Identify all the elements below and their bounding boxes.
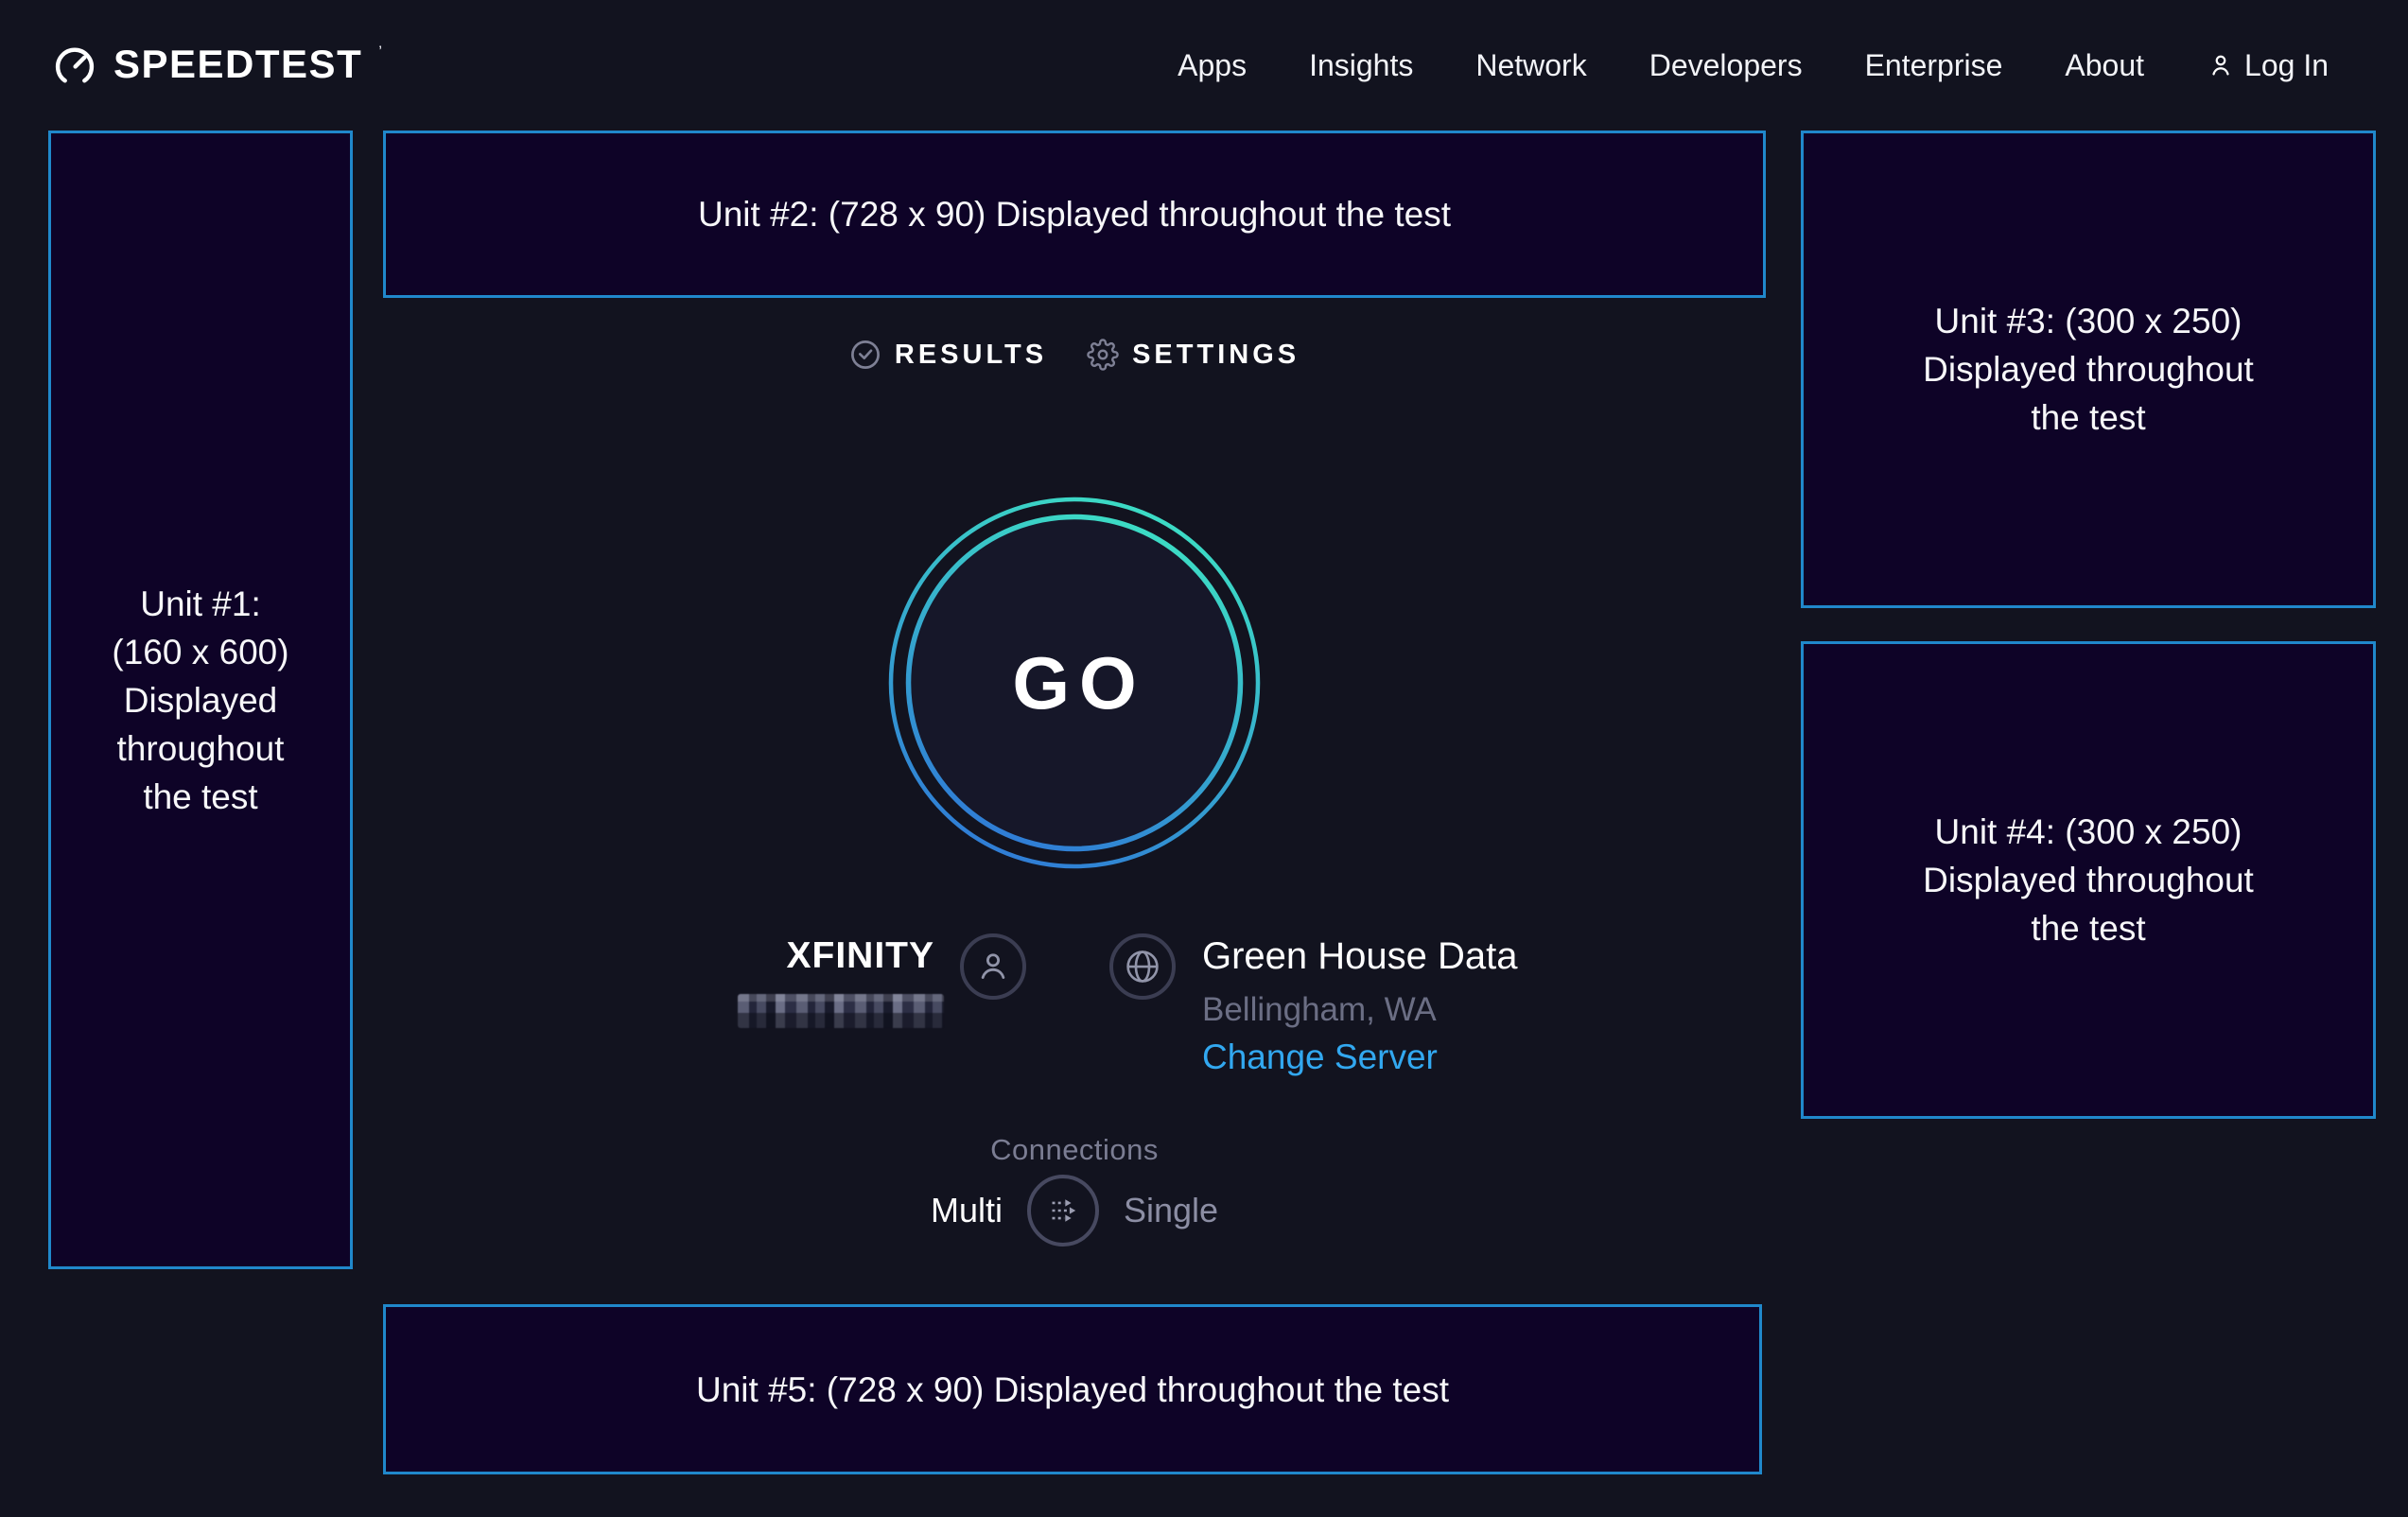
ad-line: Unit #5: (728 x 90) Displayed throughout… (696, 1366, 1449, 1414)
ad-unit-2-leaderboard[interactable]: Unit #2: (728 x 90) Displayed throughout… (383, 131, 1766, 298)
nav-item-insights[interactable]: Insights (1309, 48, 1413, 83)
ad-line: Displayed (124, 676, 277, 724)
tab-settings[interactable]: SETTINGS (1087, 339, 1300, 371)
connection-mode-row: Multi Single (383, 1175, 1766, 1247)
change-server-link[interactable]: Change Server (1202, 1037, 1438, 1077)
ad-unit-1-skyscraper[interactable]: Unit #1: (160 x 600) Displayed throughou… (48, 131, 353, 1269)
brand-name: SPEEDTEST (113, 41, 362, 88)
server-badge (1109, 933, 1176, 1000)
ad-unit-4-rectangle[interactable]: Unit #4: (300 x 250) Displayed throughou… (1801, 641, 2376, 1119)
nav-item-about[interactable]: About (2065, 48, 2144, 83)
ad-line: throughout (117, 724, 285, 773)
gear-icon (1087, 339, 1119, 371)
tab-results-label: RESULTS (895, 340, 1047, 371)
ad-line: (160 x 600) (112, 628, 288, 676)
gauge-icon (51, 43, 98, 90)
server-name: Green House Data (1202, 935, 1518, 978)
go-button[interactable]: GO (888, 497, 1261, 869)
ad-line: Displayed throughout (1923, 856, 2254, 904)
ad-line: Unit #3: (300 x 250) (1935, 297, 2242, 345)
single-mode-label[interactable]: Single (1124, 1191, 1218, 1230)
nav-item-network[interactable]: Network (1475, 48, 1586, 83)
isp-ip-redacted (738, 994, 944, 1028)
ad-line: Unit #4: (300 x 250) (1935, 808, 2242, 856)
ad-line: Displayed throughout (1923, 345, 2254, 393)
speedtest-logo[interactable]: SPEEDTEST ’ (51, 41, 382, 90)
nav-item-apps[interactable]: Apps (1178, 48, 1247, 83)
login-label: Log In (2244, 48, 2329, 83)
go-button-label: GO (888, 497, 1261, 869)
nav-item-developers[interactable]: Developers (1649, 48, 1803, 83)
ad-line: the test (2031, 393, 2145, 442)
tab-settings-label: SETTINGS (1132, 340, 1300, 371)
connection-mode-toggle[interactable] (1027, 1175, 1099, 1247)
ad-line: Unit #1: (140, 580, 261, 628)
multi-mode-label[interactable]: Multi (931, 1191, 1003, 1230)
multi-arrows-icon (1041, 1189, 1085, 1232)
top-navigation-bar: SPEEDTEST ’ Apps Insights Network Develo… (0, 0, 2408, 131)
ad-line: Unit #2: (728 x 90) Displayed throughout… (698, 190, 1451, 238)
main-nav: Apps Insights Network Developers Enterpr… (1178, 48, 2329, 83)
user-icon (2207, 51, 2235, 79)
ad-line: the test (143, 773, 257, 821)
trademark-mark: ’ (378, 43, 382, 61)
login-link[interactable]: Log In (2207, 48, 2329, 83)
tab-results[interactable]: RESULTS (849, 339, 1047, 371)
ad-line: the test (2031, 904, 2145, 952)
isp-name: XFINITY (594, 935, 934, 977)
globe-icon (1123, 947, 1162, 986)
ad-unit-3-rectangle[interactable]: Unit #3: (300 x 250) Displayed throughou… (1801, 131, 2376, 608)
ad-unit-5-leaderboard[interactable]: Unit #5: (728 x 90) Displayed throughout… (383, 1304, 1762, 1474)
isp-badge (960, 933, 1026, 1000)
person-icon (973, 947, 1013, 986)
results-settings-tabs: RESULTS SETTINGS (383, 339, 1766, 371)
connections-label: Connections (383, 1133, 1766, 1167)
check-circle-icon (849, 339, 881, 371)
nav-item-enterprise[interactable]: Enterprise (1865, 48, 2003, 83)
server-location: Bellingham, WA (1202, 991, 1437, 1029)
